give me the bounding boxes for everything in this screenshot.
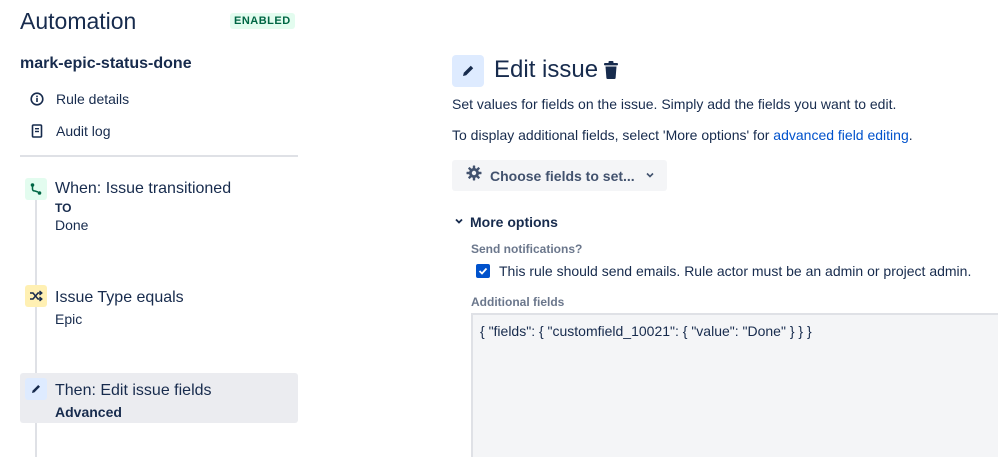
transition-icon <box>25 178 47 200</box>
action-step[interactable]: Then: Edit issue fields Advanced <box>20 373 298 423</box>
rule-name: mark-epic-status-done <box>20 55 192 72</box>
info-icon <box>30 92 44 106</box>
sidebar-divider <box>20 155 298 157</box>
condition-step-value: Epic <box>55 311 83 327</box>
rule-details-label: Rule details <box>56 91 130 107</box>
gear-icon <box>466 165 482 186</box>
description-text: Set values for fields on the issue. Simp… <box>452 96 897 112</box>
status-badge: ENABLED <box>230 13 295 29</box>
trigger-step-to-label: TO <box>55 201 72 215</box>
more-options-toggle[interactable]: More options <box>454 213 558 231</box>
advanced-description-prefix: To display additional fields, select 'Mo… <box>452 127 774 143</box>
additional-fields-label: Additional fields <box>471 295 565 309</box>
advanced-description-suffix: . <box>908 127 913 143</box>
trigger-step-title: When: Issue transitioned <box>55 180 232 197</box>
pencil-icon <box>452 55 484 87</box>
chevron-down-icon <box>454 213 464 231</box>
send-notifications-checkbox-label: This rule should send emails. Rule actor… <box>499 263 972 279</box>
chevron-down-icon <box>645 167 655 185</box>
advanced-field-editing-link[interactable]: advanced field editing <box>773 127 908 143</box>
send-notifications-checkbox[interactable] <box>476 264 490 278</box>
audit-log-link[interactable]: Audit log <box>30 121 110 141</box>
send-notifications-row: This rule should send emails. Rule actor… <box>476 263 971 279</box>
trash-icon[interactable] <box>602 60 620 80</box>
condition-step[interactable]: Issue Type equals Epic <box>20 284 298 330</box>
trigger-step-status: Done <box>55 217 89 233</box>
action-step-title: Then: Edit issue fields <box>55 382 212 399</box>
choose-fields-label: Choose fields to set... <box>490 167 635 184</box>
trigger-step[interactable]: When: Issue transitioned TO Done <box>20 176 298 236</box>
pencil-icon <box>25 378 47 400</box>
action-step-mode: Advanced <box>55 404 122 420</box>
condition-step-title: Issue Type equals <box>55 289 184 306</box>
checkmark-icon <box>478 267 488 275</box>
more-options-label: More options <box>470 214 558 230</box>
advanced-description: To display additional fields, select 'Mo… <box>452 127 913 143</box>
choose-fields-button[interactable]: Choose fields to set... <box>452 160 667 191</box>
rule-details-link[interactable]: Rule details <box>30 89 129 109</box>
audit-log-label: Audit log <box>56 123 111 139</box>
panel-title: Edit issue <box>494 56 599 83</box>
document-icon <box>30 124 44 138</box>
shuffle-icon <box>25 285 47 307</box>
page-title: Automation <box>20 8 137 34</box>
send-notifications-label: Send notifications? <box>471 242 583 256</box>
additional-fields-textarea[interactable]: { "fields": { "customfield_10021": { "va… <box>471 313 998 457</box>
